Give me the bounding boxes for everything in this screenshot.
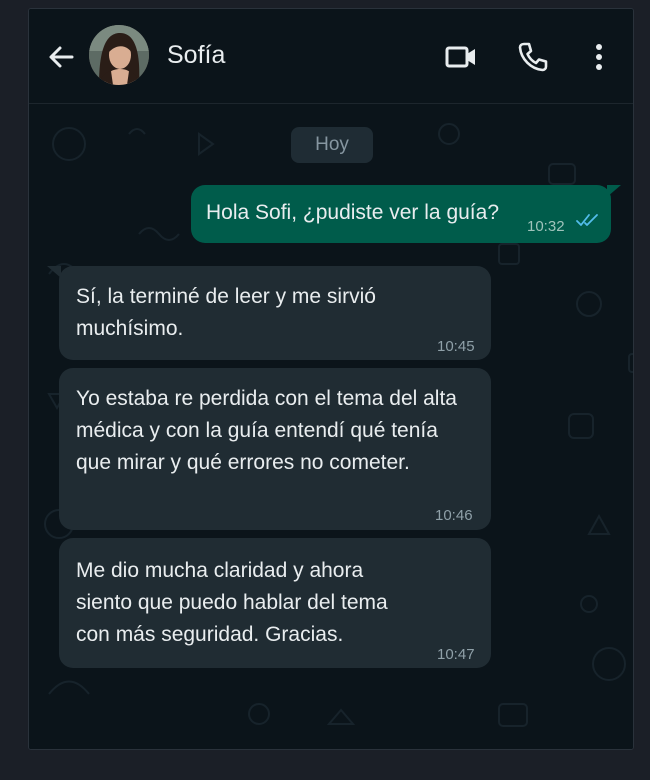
chat-header: Sofía [29,9,633,104]
message-text: Me dio mucha claridad y ahora siento que… [76,559,388,646]
bubble-tail-outgoing [607,185,621,197]
double-check-read-icon [576,214,598,226]
avatar[interactable] [89,25,149,85]
avatar-photo [89,25,149,85]
message-time: 10:32 [527,218,565,235]
video-call-icon[interactable] [443,39,479,75]
message-text: Yo estaba re perdida con el tema del alt… [76,387,457,474]
message-incoming[interactable]: Sí, la terminé de leer y me sirvió muchí… [59,266,491,360]
phone-call-icon[interactable] [515,39,551,75]
date-divider: Hoy [291,127,373,163]
message-outgoing[interactable]: Hola Sofi, ¿pudiste ver la guía? 10:32 [191,185,611,243]
message-text: Sí, la terminé de leer y me sirvió muchí… [76,285,376,340]
arrow-back-icon[interactable] [45,41,77,73]
message-incoming[interactable]: Me dio mucha claridad y ahora siento que… [59,538,491,668]
chat-area[interactable]: Hoy Hola Sofi, ¿pudiste ver la guía? 10:… [29,104,633,749]
message-text: Hola Sofi, ¿pudiste ver la guía? [206,201,499,224]
chat-window: Sofía Hoy Hola Sofi, ¿pudiste ver la guí… [28,8,634,750]
more-vert-icon[interactable] [581,39,617,75]
contact-name[interactable]: Sofía [167,41,225,70]
message-time: 10:47 [437,646,475,663]
message-incoming[interactable]: Yo estaba re perdida con el tema del alt… [59,368,491,530]
message-time: 10:45 [437,338,475,355]
message-time: 10:46 [435,507,473,524]
